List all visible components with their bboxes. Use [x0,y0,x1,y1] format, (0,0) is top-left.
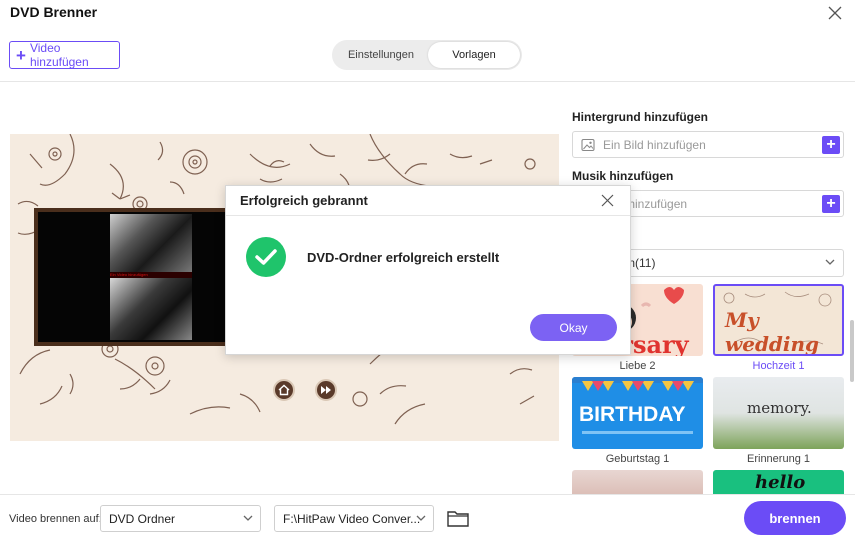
panel-scrollbar[interactable] [850,320,854,382]
close-icon[interactable] [601,194,614,207]
template-caption: memory. [747,399,812,417]
dialog-message: DVD-Ordner erfolgreich erstellt [307,250,500,265]
okay-button[interactable]: Okay [530,314,617,341]
template-hello[interactable]: hello [713,470,844,495]
dialog-header: Erfolgreich gebrannt [226,186,630,216]
template-caption: BIRTHDAY [579,403,686,426]
plus-icon: + [16,45,26,65]
output-type-select[interactable]: DVD Ordner [100,505,261,532]
add-background-button[interactable]: + [822,136,840,154]
toolbar: + Video hinzufügen Einstellungen Vorlage… [0,30,855,82]
output-path-value: F:\HitPaw Video Conver... [283,511,421,526]
template-label: Geburtstag 1 [605,453,670,465]
template-birthday-1[interactable]: BIRTHDAY [572,377,703,449]
music-section-title: Musik hinzufügen [572,169,674,183]
footer-bar: Video brennen auf: DVD Ordner F:\HitPaw … [0,494,855,538]
add-video-button[interactable]: + Video hinzufügen [9,41,120,69]
video-frame: Ein Video hinzufügen [34,208,234,346]
next-page-button[interactable] [315,379,337,401]
success-dialog: Erfolgreich gebrannt DVD-Ordner erfolgre… [225,185,631,355]
folder-icon[interactable] [447,509,469,527]
chevron-down-icon [243,515,253,521]
dialog-title: Erfolgreich gebrannt [240,193,368,208]
fast-forward-icon [321,386,331,394]
video-thumbnail [110,214,192,272]
image-icon [581,138,595,151]
chevron-down-icon [416,515,426,521]
output-type-value: DVD Ordner [109,511,176,526]
close-icon[interactable] [827,5,843,21]
template-label: Erinnerung 1 [747,453,810,465]
template-caption: hello [755,472,806,493]
tab-settings[interactable]: Einstellungen [334,42,428,68]
chevron-down-icon [825,259,835,265]
template-label: Hochzeit 1 [752,360,805,372]
app-title: DVD Brenner [10,4,98,20]
template-item[interactable] [572,470,703,495]
template-wedding-1[interactable]: My wedding [713,284,844,356]
background-image-field[interactable]: Ein Bild hinzufügen + [572,131,844,158]
burn-button[interactable]: brennen [744,501,846,535]
tab-templates[interactable]: Vorlagen [428,42,520,68]
background-section-title: Hintergrund hinzufügen [572,110,708,124]
video-thumbnail [110,278,192,340]
template-label: Liebe 2 [619,360,656,372]
home-button[interactable] [273,379,295,401]
video-thumbnails: Ein Video hinzufügen [38,212,230,342]
add-video-label: Video hinzufügen [29,41,89,69]
home-icon [278,384,290,396]
template-memory-1[interactable]: memory. [713,377,844,449]
success-check-icon [246,237,286,277]
burn-to-label: Video brennen auf: [9,513,102,525]
output-path-select[interactable]: F:\HitPaw Video Conver... [274,505,434,532]
title-bar: DVD Brenner [0,0,855,30]
template-caption: My wedding [725,308,820,356]
settings-templates-switch: Einstellungen Vorlagen [332,40,522,70]
background-placeholder: Ein Bild hinzufügen [603,137,706,152]
add-music-button[interactable]: + [822,195,840,213]
